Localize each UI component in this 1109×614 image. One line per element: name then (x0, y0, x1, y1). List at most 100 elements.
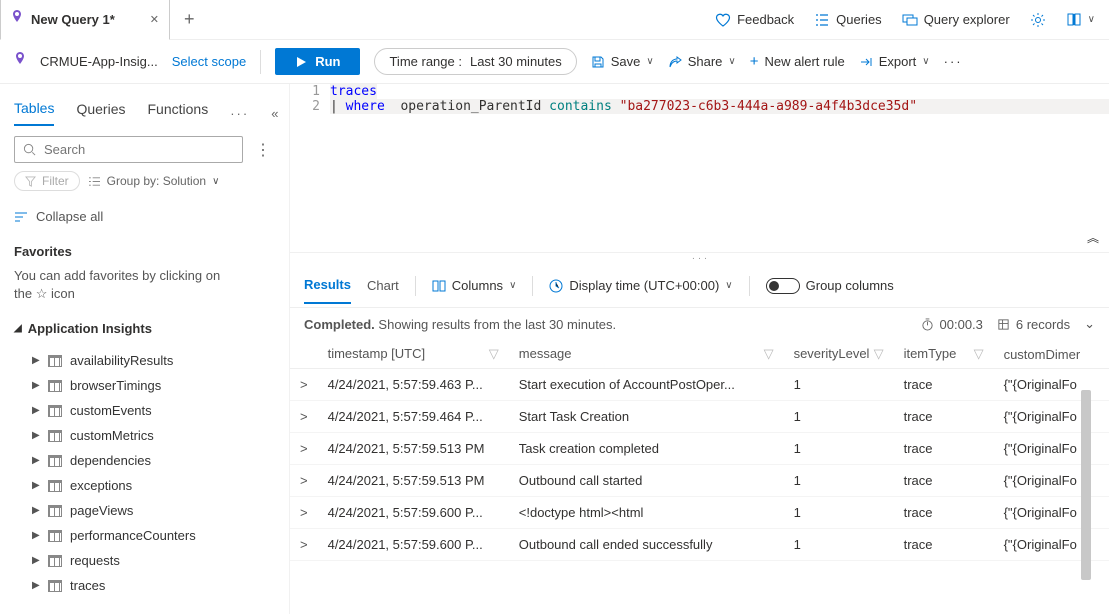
collapse-sidebar-button[interactable]: « (271, 106, 278, 121)
caret-right-icon: ▶ (32, 555, 40, 566)
filter-icon[interactable]: ▽ (764, 346, 774, 362)
table-row[interactable]: >4/24/2021, 5:57:59.513 PMTask creation … (290, 433, 1109, 465)
caret-right-icon: ▶ (32, 580, 40, 591)
cell-timestamp: 4/24/2021, 5:57:59.600 P... (318, 497, 509, 529)
cell-itemtype: trace (894, 529, 994, 561)
table-tree-item[interactable]: ▶traces (20, 573, 275, 598)
display-time-button[interactable]: Display time (UTC+00:00)∨ (549, 278, 732, 293)
queries-tab[interactable]: Queries (76, 101, 125, 125)
table-icon (48, 355, 62, 367)
explorer-icon (902, 12, 918, 28)
settings-button[interactable] (1030, 12, 1046, 28)
save-button[interactable]: Save∨ (591, 54, 654, 69)
favorites-hint: You can add favorites by clicking on the… (14, 267, 275, 303)
col-customdim[interactable]: customDimer (994, 340, 1109, 369)
table-icon (48, 505, 62, 517)
cell-message: <!doctype html><html (509, 497, 784, 529)
top-links: Feedback Queries Query explorer ∨ (715, 12, 1109, 28)
cell-severity: 1 (784, 369, 894, 401)
tables-tab[interactable]: Tables (14, 100, 54, 126)
sidebar: Tables Queries Functions ··· « ⋮ Filter … (0, 84, 290, 614)
cell-severity: 1 (784, 433, 894, 465)
expand-row-button[interactable]: > (290, 433, 318, 465)
table-row[interactable]: >4/24/2021, 5:57:59.600 P...Outbound cal… (290, 529, 1109, 561)
caret-right-icon: ▶ (32, 430, 40, 441)
group-columns-toggle[interactable]: Group columns (766, 278, 894, 294)
filter-icon[interactable]: ▽ (489, 346, 499, 362)
table-tree-item[interactable]: ▶customMetrics (20, 423, 275, 448)
caret-down-icon: ◢ (14, 323, 22, 334)
scroll-up-button[interactable]: ︽ (1087, 229, 1099, 246)
expand-row-button[interactable]: > (290, 465, 318, 497)
table-icon (48, 480, 62, 492)
close-icon[interactable]: ✕ (150, 13, 159, 26)
duration-label: 00:00.3 (921, 317, 983, 332)
add-tab-button[interactable]: + (170, 9, 209, 30)
select-scope-link[interactable]: Select scope (172, 54, 246, 69)
chart-tab[interactable]: Chart (367, 268, 399, 303)
table-tree-item[interactable]: ▶availabilityResults (20, 348, 275, 373)
table-row[interactable]: >4/24/2021, 5:57:59.464 P...Start Task C… (290, 401, 1109, 433)
stopwatch-icon (921, 318, 934, 331)
filter-icon[interactable]: ▽ (874, 346, 884, 362)
new-alert-rule-button[interactable]: + New alert rule (750, 53, 845, 70)
expand-row-button[interactable]: > (290, 497, 318, 529)
sidebar-options-button[interactable]: ⋮ (251, 140, 275, 160)
table-tree-item[interactable]: ▶performanceCounters (20, 523, 275, 548)
sidebar-more-button[interactable]: ··· (230, 106, 249, 121)
table-row[interactable]: >4/24/2021, 5:57:59.513 PMOutbound call … (290, 465, 1109, 497)
category-heading[interactable]: ◢ Application Insights (14, 311, 275, 336)
search-input[interactable] (14, 136, 243, 163)
expand-row-button[interactable]: > (290, 369, 318, 401)
functions-tab[interactable]: Functions (148, 101, 209, 125)
table-tree-item[interactable]: ▶browserTimings (20, 373, 275, 398)
resize-handle[interactable]: · · · (290, 252, 1109, 264)
results-table: timestamp [UTC]▽ message▽ severityLevel▽… (290, 340, 1109, 561)
groupby-button[interactable]: Group by: Solution∨ (88, 174, 220, 188)
col-message[interactable]: message▽ (509, 340, 784, 369)
col-itemtype[interactable]: itemType▽ (894, 340, 994, 369)
col-timestamp[interactable]: timestamp [UTC]▽ (318, 340, 509, 369)
share-button[interactable]: Share∨ (668, 54, 736, 69)
search-icon (23, 143, 36, 156)
collapse-all-button[interactable]: Collapse all (14, 199, 275, 224)
cell-timestamp: 4/24/2021, 5:57:59.464 P... (318, 401, 509, 433)
more-button[interactable]: ··· (944, 54, 963, 69)
expand-row-button[interactable]: > (290, 401, 318, 433)
table-tree-item[interactable]: ▶pageViews (20, 498, 275, 523)
table-icon (48, 455, 62, 467)
table-tree-item[interactable]: ▶customEvents (20, 398, 275, 423)
export-button[interactable]: Export∨ (859, 54, 930, 69)
time-range-picker[interactable]: Time range : Last 30 minutes (374, 48, 576, 75)
star-icon: ☆ (36, 286, 48, 301)
caret-right-icon: ▶ (32, 455, 40, 466)
feedback-link[interactable]: Feedback (715, 12, 794, 28)
filter-button[interactable]: Filter (14, 171, 80, 191)
query-tab[interactable]: New Query 1* ✕ (0, 0, 170, 40)
status-row: Completed. Showing results from the last… (290, 308, 1109, 340)
cell-severity: 1 (784, 465, 894, 497)
columns-button[interactable]: Columns∨ (432, 278, 517, 293)
expand-results-button[interactable]: ⌄ (1084, 316, 1095, 332)
list-icon (814, 12, 830, 28)
table-tree-item[interactable]: ▶dependencies (20, 448, 275, 473)
tab-title: New Query 1* (31, 12, 142, 27)
col-severity[interactable]: severityLevel▽ (784, 340, 894, 369)
expand-row-button[interactable]: > (290, 529, 318, 561)
table-row[interactable]: >4/24/2021, 5:57:59.600 P...<!doctype ht… (290, 497, 1109, 529)
results-tab[interactable]: Results (304, 267, 351, 304)
docs-button[interactable]: ∨ (1066, 12, 1095, 28)
table-row[interactable]: >4/24/2021, 5:57:59.463 P...Start execut… (290, 369, 1109, 401)
query-explorer-link[interactable]: Query explorer (902, 12, 1010, 28)
filter-icon[interactable]: ▽ (974, 346, 984, 362)
query-editor[interactable]: 1 traces 2 | where operation_ParentId co… (290, 84, 1109, 252)
export-icon (859, 55, 873, 69)
table-tree-item[interactable]: ▶requests (20, 548, 275, 573)
book-icon (1066, 12, 1082, 28)
caret-right-icon: ▶ (32, 405, 40, 416)
run-button[interactable]: Run (275, 48, 360, 75)
scrollbar[interactable] (1081, 390, 1091, 580)
table-tree-item[interactable]: ▶exceptions (20, 473, 275, 498)
queries-link[interactable]: Queries (814, 12, 882, 28)
caret-right-icon: ▶ (32, 355, 40, 366)
